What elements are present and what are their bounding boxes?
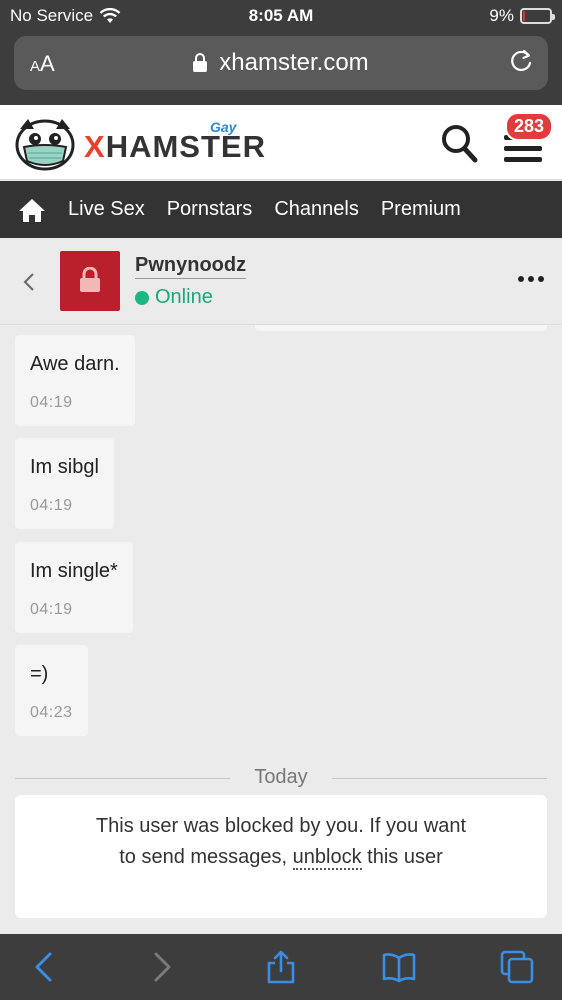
chat-header: Pwnynoodz Online [0, 238, 562, 325]
private-photo-lock-icon [80, 267, 100, 292]
reload-icon[interactable] [508, 48, 534, 74]
chat-username[interactable]: Pwnynoodz [135, 254, 247, 279]
site-header: Gay XHAMSTER [0, 105, 562, 180]
message-text: Im single* [30, 560, 118, 582]
battery-percent: 9% [489, 6, 514, 25]
hamster-mascot-icon [15, 119, 75, 171]
main-nav: Live Sex Pornstars Channels Premium [0, 181, 562, 238]
nav-item-live-sex[interactable]: Live Sex [68, 198, 145, 221]
divider-line [332, 778, 547, 779]
online-status: Online [135, 286, 213, 309]
more-icon[interactable] [518, 276, 544, 282]
nav-item-pornstars[interactable]: Pornstars [167, 198, 253, 221]
message-time: 04:19 [30, 601, 73, 618]
day-divider: Today [15, 766, 547, 790]
home-icon[interactable] [18, 197, 46, 223]
message-text: Im sibgl [30, 456, 99, 478]
search-icon[interactable] [440, 123, 478, 163]
message-time: 04:19 [30, 394, 73, 411]
message-text: =) [30, 663, 49, 685]
notification-badge[interactable]: 283 [505, 112, 554, 141]
message-bubble: Im single* 04:19 [15, 542, 133, 633]
tabs-icon[interactable] [500, 950, 534, 984]
back-chevron-icon[interactable] [22, 271, 36, 293]
battery-fill [523, 11, 525, 21]
message-time: 04:19 [30, 497, 73, 514]
message-bubble: =) 04:23 [15, 645, 88, 736]
message-time: 04:23 [30, 704, 73, 721]
blocked-notice: This user was blocked by you. If you wan… [15, 795, 547, 918]
message-text: Awe darn. [30, 353, 120, 375]
online-status-label: Online [155, 286, 213, 308]
blocked-notice-text-end: this user [367, 846, 443, 868]
site-logo[interactable]: Gay XHAMSTER [14, 115, 266, 171]
share-icon[interactable] [264, 950, 298, 984]
nav-item-premium[interactable]: Premium [381, 198, 461, 221]
battery-status: 9% [489, 6, 555, 26]
status-bar: No Service 8:05 AM 9% [0, 0, 562, 32]
browser-chrome: No Service 8:05 AM 9% AA xhamster.com [0, 0, 562, 105]
brand-name: XHAMSTER [84, 129, 266, 165]
brand-tag: Gay [210, 119, 237, 135]
url-text: xhamster.com [219, 49, 369, 76]
nav-item-channels[interactable]: Channels [274, 198, 359, 221]
unblock-link[interactable]: unblock [292, 846, 362, 870]
back-icon[interactable] [28, 950, 62, 984]
browser-toolbar [0, 934, 562, 1000]
address-bar[interactable]: AA xhamster.com [14, 36, 548, 90]
brand-name-x: X [84, 129, 106, 164]
battery-icon [520, 8, 555, 24]
message-bubble: Im sibgl 04:19 [15, 438, 114, 529]
previous-message-edge [255, 325, 547, 331]
forward-icon[interactable] [144, 950, 178, 984]
bookmarks-icon[interactable] [382, 950, 416, 984]
avatar[interactable] [60, 251, 120, 311]
clock: 8:05 AM [248, 6, 314, 25]
url-display[interactable]: xhamster.com [14, 49, 548, 77]
brand-name-rest: HAMSTER [105, 129, 266, 164]
message-bubble: Awe darn. 04:19 [15, 335, 135, 426]
lock-icon [193, 53, 208, 72]
online-dot-icon [135, 290, 149, 305]
